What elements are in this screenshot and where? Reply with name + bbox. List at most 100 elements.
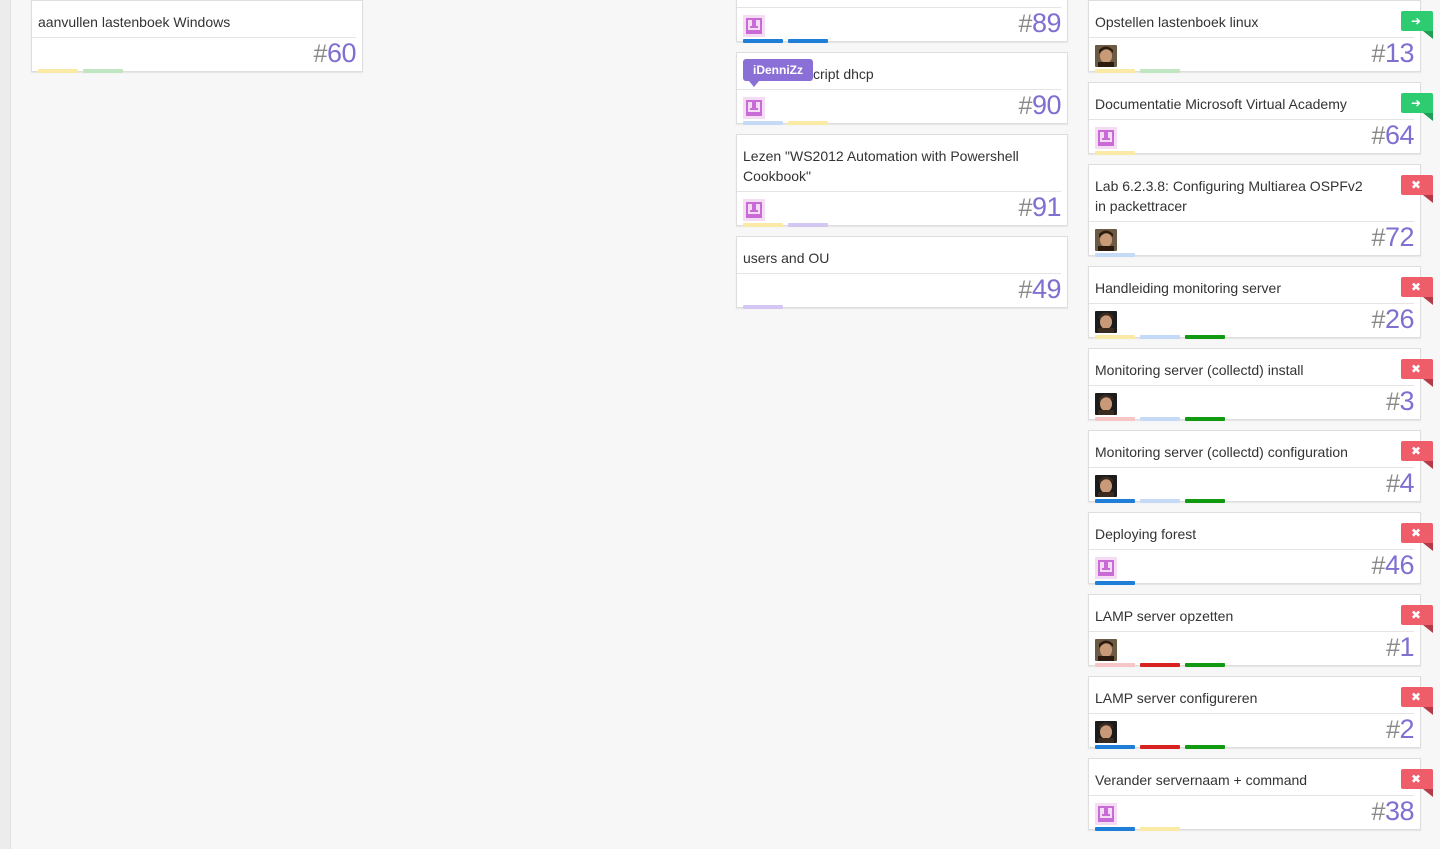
issue-title[interactable]: LAMP server opzetten bbox=[1089, 595, 1414, 632]
issue-number[interactable]: #13 bbox=[1372, 38, 1415, 69]
user-photo-avatar[interactable] bbox=[1095, 229, 1117, 251]
label-bar[interactable] bbox=[1140, 417, 1180, 421]
label-bar[interactable] bbox=[1185, 335, 1225, 339]
identicon-avatar[interactable] bbox=[743, 15, 765, 37]
label-bar[interactable] bbox=[788, 223, 828, 227]
issue-title[interactable] bbox=[737, 0, 1061, 8]
user-photo-avatar[interactable] bbox=[1095, 639, 1117, 661]
issue-number[interactable]: #89 bbox=[1019, 8, 1062, 39]
label-bar[interactable] bbox=[743, 223, 783, 227]
issue-title[interactable]: Opstellen lastenboek linux bbox=[1089, 1, 1414, 38]
issue-title[interactable]: Documentatie Microsoft Virtual Academy bbox=[1089, 83, 1414, 120]
label-bar[interactable] bbox=[1095, 499, 1135, 503]
user-photo-avatar[interactable] bbox=[1095, 311, 1117, 333]
issue-number[interactable]: #90 bbox=[1019, 90, 1062, 121]
identicon-avatar[interactable] bbox=[743, 97, 765, 119]
move-flag-button[interactable]: ➜ bbox=[1401, 11, 1433, 39]
issue-number[interactable]: #38 bbox=[1372, 796, 1415, 827]
user-photo-avatar[interactable] bbox=[1095, 721, 1117, 743]
issue-title[interactable]: Handleiding monitoring server bbox=[1089, 267, 1414, 304]
label-bar[interactable] bbox=[1185, 499, 1225, 503]
close-flag-button[interactable]: ✖ bbox=[1401, 605, 1433, 633]
close-flag-button[interactable]: ✖ bbox=[1401, 277, 1433, 305]
issue-number[interactable]: #91 bbox=[1019, 192, 1062, 223]
issue-number[interactable]: #2 bbox=[1386, 714, 1414, 745]
label-bar[interactable] bbox=[1140, 827, 1180, 831]
issue-number[interactable]: #72 bbox=[1372, 222, 1415, 253]
issue-card[interactable]: #89 bbox=[736, 0, 1068, 43]
issue-card[interactable]: Deploying forest #46 ✖ bbox=[1088, 512, 1433, 585]
label-bar[interactable] bbox=[38, 69, 78, 73]
issue-card[interactable]: users and OU #49 bbox=[736, 236, 1068, 309]
move-flag-button[interactable]: ➜ bbox=[1401, 93, 1433, 121]
issue-card[interactable]: Handleiding monitoring server #26 ✖ bbox=[1088, 266, 1433, 339]
user-photo-avatar[interactable] bbox=[1095, 45, 1117, 67]
issue-title[interactable]: Lezen "WS2012 Automation with Powershell… bbox=[737, 135, 1061, 192]
issue-title[interactable]: Monitoring server (collectd) configurati… bbox=[1089, 431, 1414, 468]
issue-title[interactable]: users and OU bbox=[737, 237, 1061, 274]
issue-card[interactable]: Lezen "WS2012 Automation with Powershell… bbox=[736, 134, 1068, 227]
issue-card[interactable]: Documentatie Microsoft Virtual Academy #6… bbox=[1088, 82, 1433, 155]
label-bar[interactable] bbox=[83, 69, 123, 73]
label-bar[interactable] bbox=[1185, 417, 1225, 421]
issue-number[interactable]: #4 bbox=[1386, 468, 1414, 499]
issue-title[interactable]: Verander servernaam + command bbox=[1089, 759, 1414, 796]
issue-title[interactable]: Deploying forest bbox=[1089, 513, 1414, 550]
issue-title[interactable]: LAMP server configureren bbox=[1089, 677, 1414, 714]
issue-card[interactable]: LAMP server opzetten #1 ✖ bbox=[1088, 594, 1433, 667]
identicon-avatar[interactable] bbox=[743, 199, 765, 221]
label-bar[interactable] bbox=[1185, 663, 1225, 667]
issue-card[interactable]: LAMP server configureren #2 ✖ bbox=[1088, 676, 1433, 749]
issue-title[interactable]: Lab 6.2.3.8: Configuring Multiarea OSPFv… bbox=[1089, 165, 1414, 222]
label-bar[interactable] bbox=[1140, 745, 1180, 749]
close-icon: ✖ bbox=[1410, 362, 1422, 376]
user-photo-avatar[interactable] bbox=[1095, 475, 1117, 497]
close-flag-button[interactable]: ✖ bbox=[1401, 687, 1433, 715]
close-flag-button[interactable]: ✖ bbox=[1401, 359, 1433, 387]
identicon-avatar[interactable] bbox=[1095, 557, 1117, 579]
issue-number[interactable]: #26 bbox=[1372, 304, 1415, 335]
close-flag-button[interactable]: ✖ bbox=[1401, 769, 1433, 797]
issue-card[interactable]: Monitoring server (collectd) install #3 ✖ bbox=[1088, 348, 1433, 421]
label-bar[interactable] bbox=[743, 305, 783, 309]
issue-title[interactable]: aanvullen lastenboek Windows bbox=[32, 1, 356, 38]
identicon-avatar[interactable] bbox=[1095, 127, 1117, 149]
label-bar[interactable] bbox=[788, 121, 828, 125]
label-bar[interactable] bbox=[1095, 151, 1135, 155]
label-bar[interactable] bbox=[1140, 663, 1180, 667]
label-bar[interactable] bbox=[1140, 69, 1180, 73]
user-photo-avatar[interactable] bbox=[1095, 393, 1117, 415]
issue-card[interactable]: Opstellen lastenboek linux #13 ➜ bbox=[1088, 0, 1433, 73]
issue-number[interactable]: #60 bbox=[314, 38, 357, 69]
label-bar[interactable] bbox=[1095, 417, 1135, 421]
issue-title[interactable]: Monitoring server (collectd) install bbox=[1089, 349, 1414, 386]
label-bar[interactable] bbox=[1095, 253, 1135, 257]
issue-number[interactable]: #3 bbox=[1386, 386, 1414, 417]
issue-card[interactable]: aanvullen lastenboek Windows #60 bbox=[31, 0, 363, 73]
label-bar[interactable] bbox=[1185, 745, 1225, 749]
label-bar[interactable] bbox=[1095, 745, 1135, 749]
label-bar[interactable] bbox=[743, 39, 783, 43]
issue-card[interactable]: Verander servernaam + command #38 ✖ bbox=[1088, 758, 1433, 831]
issue-number[interactable]: #49 bbox=[1019, 274, 1062, 305]
issue-card[interactable]: Lab 6.2.3.8: Configuring Multiarea OSPFv… bbox=[1088, 164, 1433, 257]
issue-labels bbox=[1095, 151, 1135, 155]
label-bar[interactable] bbox=[743, 121, 783, 125]
close-flag-button[interactable]: ✖ bbox=[1401, 441, 1433, 469]
issue-number[interactable]: #46 bbox=[1372, 550, 1415, 581]
label-bar[interactable] bbox=[1140, 499, 1180, 503]
issue-card[interactable]: script dhcp #90 iDenniZz bbox=[736, 52, 1068, 125]
label-bar[interactable] bbox=[1095, 663, 1135, 667]
identicon-avatar[interactable] bbox=[1095, 803, 1117, 825]
label-bar[interactable] bbox=[1140, 335, 1180, 339]
label-bar[interactable] bbox=[1095, 581, 1135, 585]
issue-number[interactable]: #1 bbox=[1386, 632, 1414, 663]
label-bar[interactable] bbox=[1095, 827, 1135, 831]
issue-number[interactable]: #64 bbox=[1372, 120, 1415, 151]
label-bar[interactable] bbox=[1095, 69, 1135, 73]
close-flag-button[interactable]: ✖ bbox=[1401, 523, 1433, 551]
label-bar[interactable] bbox=[1095, 335, 1135, 339]
label-bar[interactable] bbox=[788, 39, 828, 43]
close-flag-button[interactable]: ✖ bbox=[1401, 175, 1433, 203]
issue-card[interactable]: Monitoring server (collectd) configurati… bbox=[1088, 430, 1433, 503]
